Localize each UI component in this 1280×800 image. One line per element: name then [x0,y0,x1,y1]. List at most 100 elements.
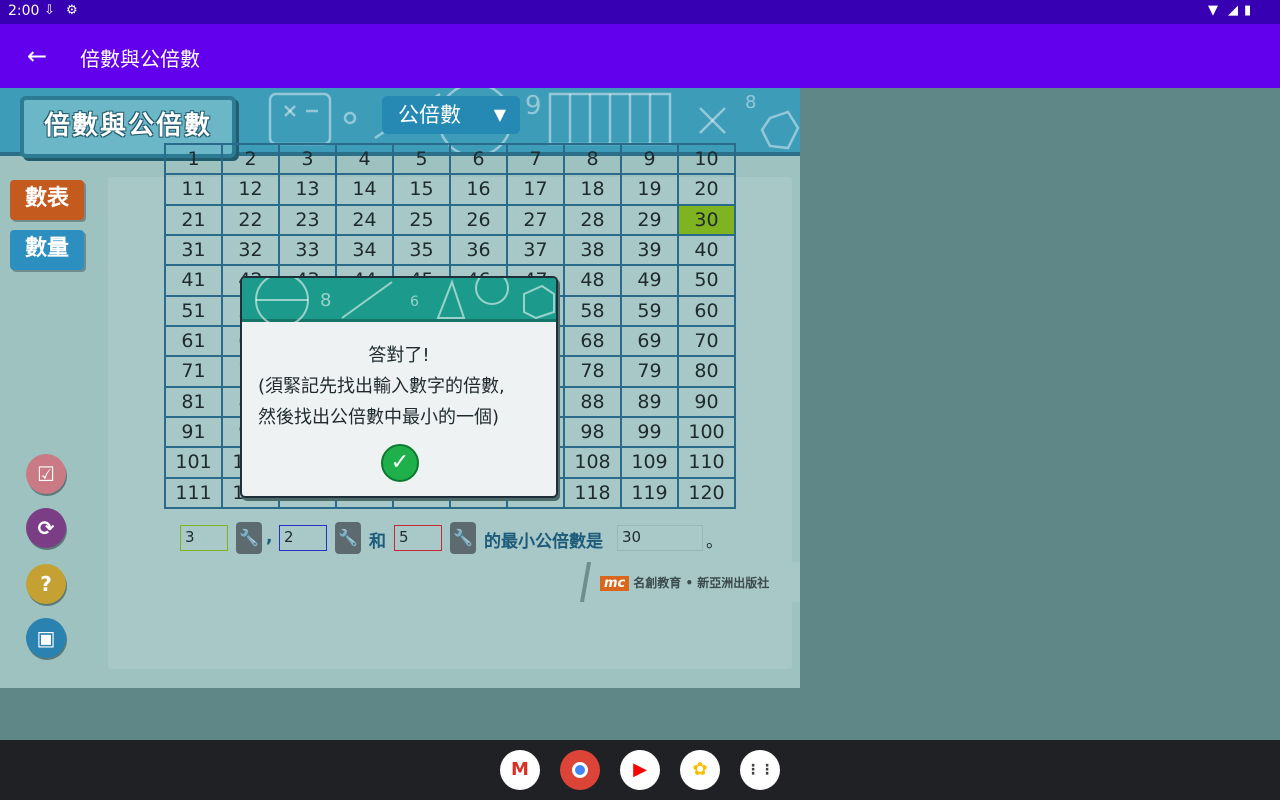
svg-text:8: 8 [745,92,756,113]
grid-cell[interactable]: 51 [164,294,223,327]
grid-cell[interactable]: 1 [164,142,223,176]
grid-cell[interactable]: 88 [563,385,622,418]
dialog-line-3: 然後找出公倍數中最小的一個) [258,407,500,428]
grid-cell[interactable]: 13 [278,173,337,206]
grid-cell[interactable]: 14 [335,173,394,206]
grid-cell[interactable]: 39 [620,233,679,267]
grid-cell[interactable]: 79 [620,355,679,388]
photos-icon[interactable]: ✿ [680,750,720,790]
wrench-icon-2[interactable]: 🔧 [335,522,361,554]
grid-cell[interactable]: 9 [620,142,679,176]
result-input[interactable]: 30 [617,525,703,551]
grid-cell[interactable]: 49 [620,264,679,297]
grid-cell[interactable]: 70 [677,324,736,358]
grid-cell[interactable]: 33 [278,233,337,267]
grid-cell[interactable]: 28 [563,203,622,236]
grid-cell[interactable]: 111 [164,476,223,510]
youtube-icon[interactable]: ▶ [620,750,660,790]
grid-cell[interactable]: 119 [620,476,679,510]
grid-cell[interactable]: 91 [164,415,223,449]
download-icon: ⇩ [44,3,55,18]
grid-cell[interactable]: 25 [392,203,451,236]
wrench-icon-1[interactable]: 🔧 [236,522,262,554]
help-icon[interactable]: ? [26,564,66,604]
grid-cell[interactable]: 4 [335,142,394,176]
grid-cell[interactable]: 37 [506,233,565,267]
grid-cell[interactable]: 120 [677,476,736,510]
grid-cell[interactable]: 7 [506,142,565,176]
publisher-name: 名創教育 • 新亞洲出版社 [633,576,770,590]
answer-dialog: 8 6 答對了! (須緊記先找出輸入數字的倍數, 然後找出公倍數中最小的一個) … [240,276,558,498]
chrome-icon[interactable] [560,750,600,790]
grid-cell[interactable]: 20 [677,173,736,206]
grid-cell[interactable]: 38 [563,233,622,267]
grid-cell[interactable]: 110 [677,446,736,479]
grid-cell[interactable]: 36 [449,233,508,267]
grid-cell[interactable]: 11 [164,173,223,206]
grid-cell[interactable]: 41 [164,264,223,297]
grid-cell[interactable]: 98 [563,415,622,449]
confirm-check-icon[interactable]: ✓ [381,444,419,482]
grid-cell[interactable]: 19 [620,173,679,206]
grid-cell[interactable]: 80 [677,355,736,388]
grid-cell[interactable]: 6 [449,142,508,176]
grid-cell[interactable]: 21 [164,203,223,236]
grid-cell[interactable]: 118 [563,476,622,510]
grid-cell[interactable]: 101 [164,446,223,479]
grid-cell[interactable]: 108 [563,446,622,479]
grid-cell[interactable]: 30 [677,203,736,236]
number-input-1[interactable]: 3 [180,525,228,551]
grid-cell[interactable]: 8 [563,142,622,176]
back-arrow-icon[interactable]: ← [22,40,52,72]
grid-cell[interactable]: 10 [677,142,736,176]
refresh-icon[interactable]: ⟳ [26,508,66,548]
grid-cell[interactable]: 68 [563,324,622,358]
grid-cell[interactable]: 40 [677,233,736,267]
grid-cell[interactable]: 12 [221,173,280,206]
check-icon[interactable]: ☑ [26,454,66,494]
dialog-message: 答對了! (須緊記先找出輸入數字的倍數, 然後找出公倍數中最小的一個) [242,340,556,433]
grid-cell[interactable]: 61 [164,324,223,358]
grid-cell[interactable]: 109 [620,446,679,479]
grid-cell[interactable]: 24 [335,203,394,236]
grid-cell[interactable]: 59 [620,294,679,327]
number-input-2[interactable]: 2 [279,525,327,551]
grid-cell[interactable]: 5 [392,142,451,176]
grid-cell[interactable]: 71 [164,355,223,388]
grid-cell[interactable]: 3 [278,142,337,176]
grid-cell[interactable]: 48 [563,264,622,297]
grid-cell[interactable]: 35 [392,233,451,267]
wrench-icon-3[interactable]: 🔧 [450,522,476,554]
grid-cell[interactable]: 32 [221,233,280,267]
mode-dropdown[interactable]: 公倍數 ▼ [382,96,520,134]
grid-cell[interactable]: 100 [677,415,736,449]
number-input-3[interactable]: 5 [394,525,442,551]
grid-cell[interactable]: 58 [563,294,622,327]
grid-cell[interactable]: 99 [620,415,679,449]
grid-cell[interactable]: 26 [449,203,508,236]
grid-cell[interactable]: 23 [278,203,337,236]
number-table-button[interactable]: 數表 [10,180,84,220]
grid-cell[interactable]: 89 [620,385,679,418]
gmail-icon[interactable]: M [500,750,540,790]
grid-cell[interactable]: 22 [221,203,280,236]
grid-cell[interactable]: 78 [563,355,622,388]
grid-cell[interactable]: 60 [677,294,736,327]
grid-cell[interactable]: 69 [620,324,679,358]
grid-cell[interactable]: 2 [221,142,280,176]
grid-cell[interactable]: 34 [335,233,394,267]
save-icon[interactable]: ▣ [26,618,66,658]
grid-cell[interactable]: 31 [164,233,223,267]
grid-cell[interactable]: 50 [677,264,736,297]
grid-cell[interactable]: 17 [506,173,565,206]
grid-cell[interactable]: 16 [449,173,508,206]
grid-cell[interactable]: 27 [506,203,565,236]
grid-cell[interactable]: 90 [677,385,736,418]
grid-cell[interactable]: 81 [164,385,223,418]
grid-cell[interactable]: 18 [563,173,622,206]
app-drawer-icon[interactable]: ⋮⋮ [740,750,780,790]
quantity-button[interactable]: 數量 [10,230,84,270]
grid-row: 31 32 33 34 35 36 37 38 39 40 [164,233,736,267]
grid-cell[interactable]: 15 [392,173,451,206]
grid-cell[interactable]: 29 [620,203,679,236]
